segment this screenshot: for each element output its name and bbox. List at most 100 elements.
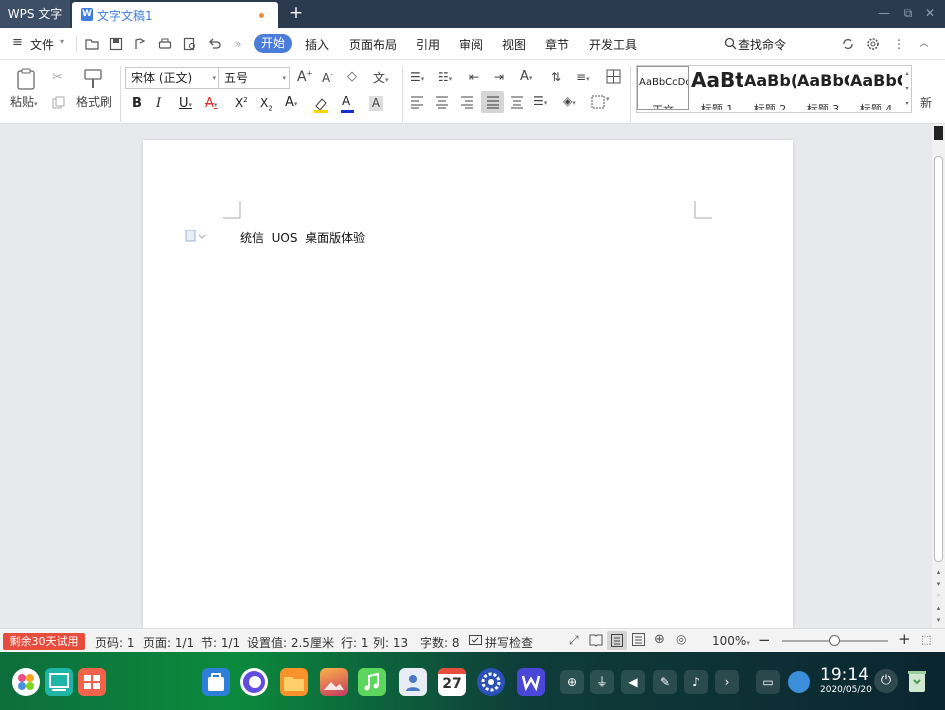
align-left-icon[interactable] (410, 95, 424, 109)
file-menu[interactable]: ≡ 文件 ▾ (12, 35, 70, 52)
font-size-select[interactable]: 五号 ▾ (218, 67, 290, 89)
file-manager-icon[interactable] (280, 668, 308, 696)
italic-icon[interactable]: I (156, 96, 161, 111)
browser-icon[interactable] (240, 668, 268, 696)
format-painter-button[interactable]: 格式刷 (76, 94, 112, 110)
style-normal[interactable]: AaBbCcDd 正文 (637, 66, 689, 110)
text-effect-icon[interactable]: A▾ (285, 95, 297, 110)
clock-time[interactable]: 19:14 (820, 665, 869, 685)
grow-font-icon[interactable]: A+ (297, 69, 312, 85)
calendar-icon[interactable]: 27 (438, 668, 466, 696)
increase-indent-icon[interactable]: ⇥ (494, 70, 504, 84)
numbered-list-icon[interactable]: ☷▾ (438, 70, 452, 84)
style-heading2[interactable]: AaBb( 标题 2 (744, 66, 796, 110)
notification-bell-icon[interactable]: ♪ (684, 670, 708, 694)
style-gallery-scroll[interactable]: ▴ ▾ ▾ (902, 66, 912, 112)
sync-icon[interactable] (841, 37, 855, 51)
print-preview-icon[interactable] (183, 37, 197, 51)
setting-value[interactable]: 设置值: 2.5厘米 (247, 634, 334, 651)
volume-icon[interactable]: ◀ (621, 670, 645, 694)
scrollbar-top-button[interactable] (934, 126, 943, 140)
page-count[interactable]: 页面: 1/1 (143, 634, 194, 651)
launcher-icon[interactable] (12, 668, 40, 696)
section-info[interactable]: 节: 1/1 (201, 634, 240, 651)
fullscreen-icon[interactable]: ⤢ (569, 633, 579, 648)
paragraph-handle-icon[interactable] (185, 229, 207, 242)
show-hide-marks-icon[interactable]: ≡▾ (576, 70, 590, 84)
trial-badge[interactable]: 剩余30天试用 (3, 633, 85, 650)
format-painter-icon[interactable] (83, 68, 103, 93)
desktop-icon[interactable] (78, 668, 106, 696)
justify-button[interactable] (481, 91, 504, 113)
close-button[interactable]: ✕ (921, 5, 939, 21)
paste-button[interactable]: 粘贴▾ (10, 94, 38, 112)
distributed-align-icon[interactable] (510, 95, 524, 109)
subscript-icon[interactable]: X2 (260, 96, 273, 112)
tab-document[interactable]: W 文字文稿1 (72, 2, 278, 28)
scrollbar-thumb[interactable] (934, 156, 943, 562)
zoom-level-select[interactable]: 100%▾ (712, 634, 750, 648)
column-info[interactable]: 列: 13 (373, 634, 408, 651)
vertical-scrollbar[interactable]: ▴ ▾ ◦ ▴ ▾ (932, 124, 945, 628)
restore-button[interactable]: ⧉ (899, 5, 917, 21)
align-center-icon[interactable] (435, 95, 449, 109)
tab-developer-tools[interactable]: 开发工具 (589, 36, 637, 53)
tab-references[interactable]: 引用 (416, 36, 440, 53)
export-pdf-icon[interactable] (133, 37, 147, 51)
app-store-icon[interactable] (202, 668, 230, 696)
multitask-view-icon[interactable] (45, 668, 73, 696)
tab-chapter[interactable]: 章节 (545, 36, 569, 53)
bullet-list-icon[interactable]: ☰▾ (410, 70, 424, 84)
shrink-font-icon[interactable]: A- (322, 71, 333, 85)
char-shading-icon[interactable]: A (369, 96, 383, 111)
tray-expand-icon[interactable]: › (715, 670, 739, 694)
open-folder-icon[interactable] (85, 37, 99, 51)
minimize-button[interactable]: — (875, 5, 893, 21)
shading-icon[interactable]: ◈▾ (563, 94, 576, 108)
underline-icon[interactable]: U▾ (179, 96, 192, 111)
font-name-select[interactable]: 宋体 (正文) ▾ (125, 67, 220, 89)
zoom-slider[interactable] (782, 635, 888, 646)
table-layout-icon[interactable] (606, 69, 621, 84)
keyboard-icon[interactable]: ▭ (756, 670, 780, 694)
style-heading1[interactable]: AaBt 标题 1 (691, 66, 743, 110)
cut-icon[interactable]: ✂ (52, 70, 63, 85)
word-count[interactable]: 字数: 8 (420, 634, 460, 651)
collapse-ribbon-icon[interactable]: ︿ (917, 37, 931, 51)
new-style-button[interactable]: 新 (920, 94, 932, 111)
wps-writer-icon[interactable] (517, 668, 545, 696)
copy-icon[interactable] (52, 96, 65, 112)
usb-icon[interactable]: ⏚ (590, 670, 614, 694)
trash-icon[interactable] (905, 668, 929, 694)
superscript-icon[interactable]: X2 (235, 96, 248, 110)
highlight-icon[interactable] (313, 95, 333, 113)
borders-icon[interactable]: ▾ (591, 95, 613, 109)
screenshot-tool-icon[interactable]: ✎ (653, 670, 677, 694)
network-icon[interactable]: ⊕ (560, 670, 584, 694)
document-text[interactable]: 统信 UOS 桌面版体验 (240, 229, 365, 246)
row-info[interactable]: 行: 1 (341, 634, 369, 651)
zoom-slider-thumb[interactable] (829, 635, 840, 646)
paste-icon[interactable] (14, 68, 40, 90)
document-page[interactable]: 统信 UOS 桌面版体验 (143, 140, 793, 628)
user-avatar-icon[interactable] (788, 671, 810, 693)
line-spacing-icon[interactable]: ☰▾ (533, 94, 547, 108)
phonetic-guide-icon[interactable]: 文▾ (373, 69, 389, 86)
page-number[interactable]: 页码: 1 (95, 634, 135, 651)
bold-icon[interactable]: B (132, 96, 142, 111)
music-icon[interactable] (358, 668, 386, 696)
search-command[interactable]: 查找命令 (724, 35, 814, 53)
sort-icon[interactable]: ⇅ (551, 70, 561, 84)
zoom-in-button[interactable]: + (898, 630, 911, 648)
font-color-icon[interactable]: A (341, 94, 361, 113)
new-tab-button[interactable]: + (288, 3, 304, 23)
page-nav-arrows[interactable]: ▴ ▾ ◦ ▴ ▾ (932, 566, 945, 626)
app-title[interactable]: WPS 文字 (0, 0, 70, 28)
web-view-icon[interactable]: ⊕ (654, 632, 665, 647)
gear-icon[interactable] (866, 37, 880, 51)
align-right-icon[interactable] (460, 95, 474, 109)
zoom-out-button[interactable]: − (758, 631, 771, 649)
style-heading3[interactable]: AaBbC 标题 3 (797, 66, 849, 110)
clear-format-icon[interactable]: ◇ (347, 69, 357, 84)
print-icon[interactable] (158, 37, 172, 51)
